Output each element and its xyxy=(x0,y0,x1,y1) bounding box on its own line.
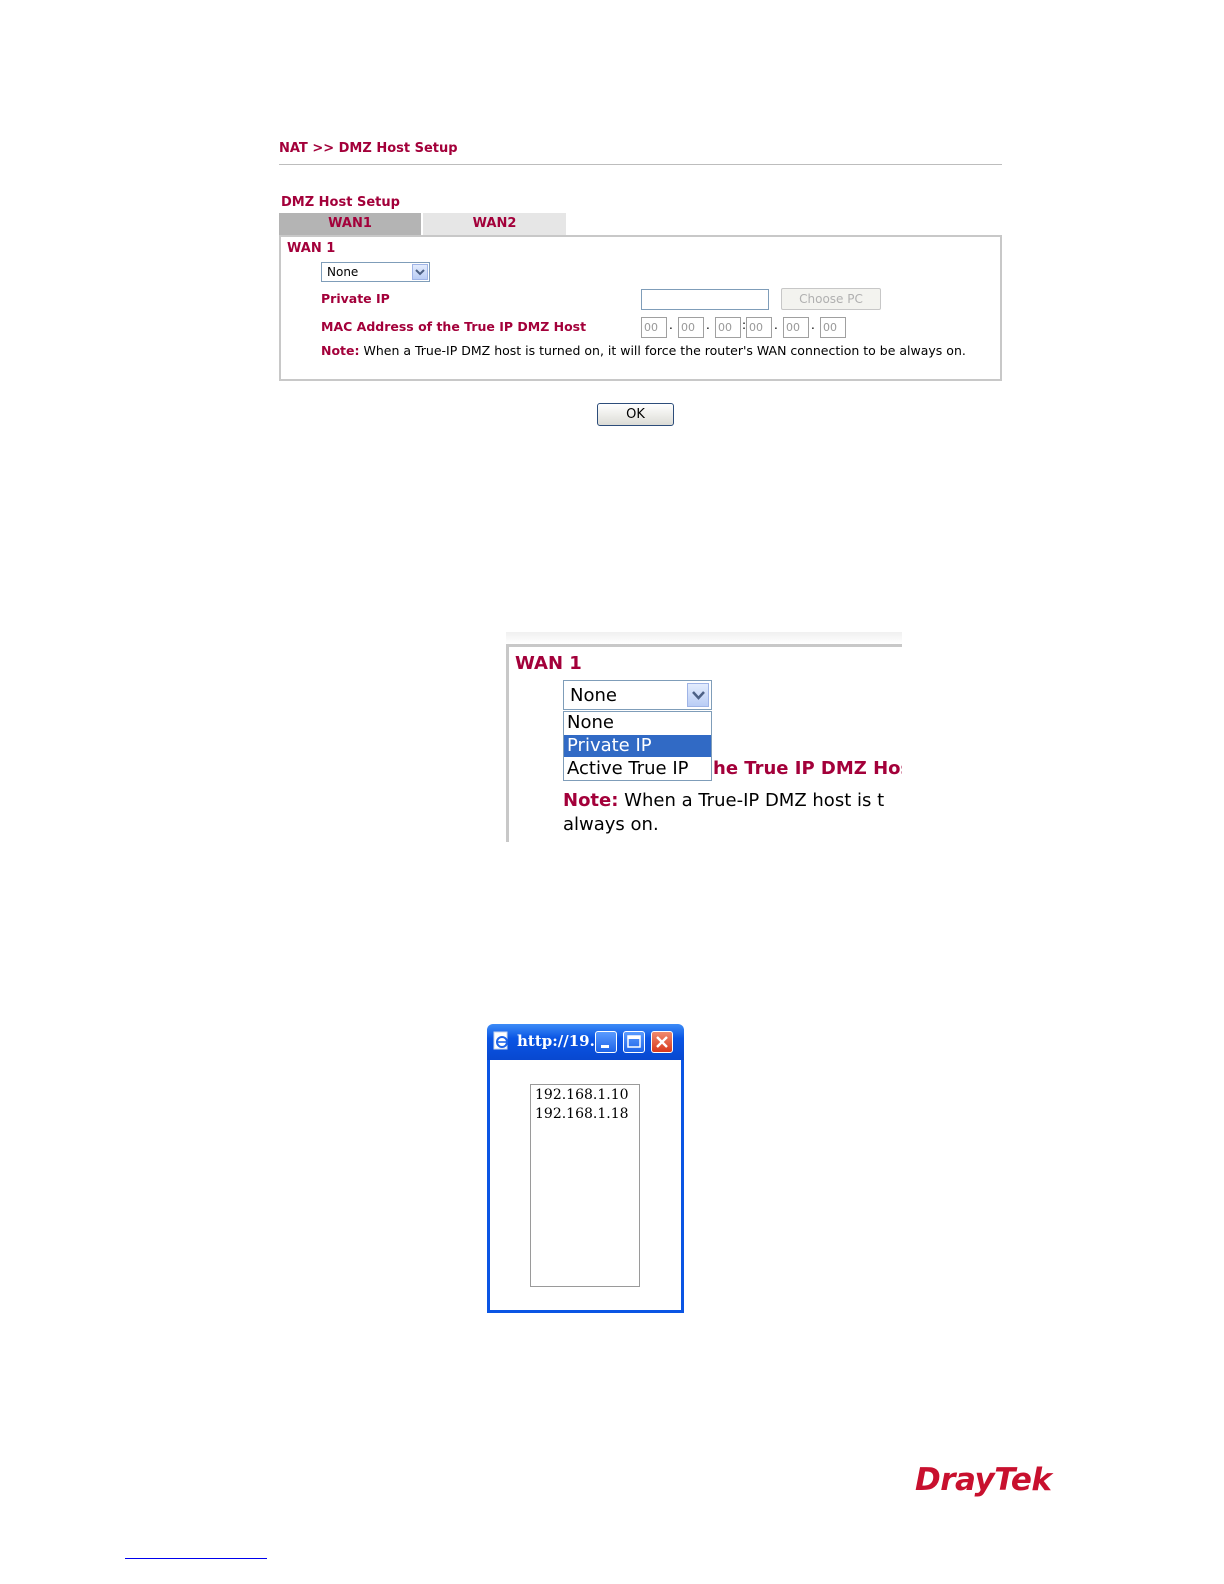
ie-icon xyxy=(493,1031,511,1051)
mac-separator: . xyxy=(774,318,778,332)
minimize-button[interactable] xyxy=(595,1031,617,1053)
zoom-mode-value: None xyxy=(570,685,617,706)
chevron-down-icon[interactable] xyxy=(687,683,709,707)
mac-octet-input[interactable]: 00 xyxy=(820,317,846,338)
option-active-true-ip[interactable]: Active True IP xyxy=(564,758,711,780)
breadcrumb: NAT >> DMZ Host Setup xyxy=(279,141,458,156)
zoom-note-label: Note: xyxy=(563,790,619,811)
dmz-mode-value: None xyxy=(327,265,359,279)
mac-separator: . xyxy=(706,318,710,332)
mac-separator: . xyxy=(811,318,815,332)
choose-pc-popup-window: http://19… 192.168.1.10 192.168.1.18 xyxy=(487,1024,684,1313)
mac-octet-input[interactable]: 00 xyxy=(783,317,809,338)
list-item[interactable]: 192.168.1.18 xyxy=(535,1105,629,1124)
option-none[interactable]: None xyxy=(564,712,711,734)
minimize-icon xyxy=(601,1045,609,1048)
zoom-top-edge xyxy=(506,632,902,644)
close-icon xyxy=(656,1036,668,1048)
chevron-down-icon[interactable] xyxy=(412,264,428,280)
note-label: Note: xyxy=(321,343,360,358)
tab-wan1[interactable]: WAN1 xyxy=(279,213,421,235)
dmz-mode-select[interactable]: None xyxy=(321,262,430,282)
note-text: Note: When a True-IP DMZ host is turned … xyxy=(321,342,971,359)
note-body: When a True-IP DMZ host is turned on, it… xyxy=(359,343,966,358)
title-divider xyxy=(279,164,1002,165)
zoom-note-line2: always on. xyxy=(563,814,659,835)
private-ip-input[interactable] xyxy=(641,289,769,310)
section-title: DMZ Host Setup xyxy=(281,195,400,210)
ok-button[interactable]: OK xyxy=(597,403,674,426)
popup-titlebar[interactable]: http://19… xyxy=(487,1024,684,1060)
zoom-wan-title: WAN 1 xyxy=(515,653,582,674)
option-private-ip[interactable]: Private IP xyxy=(564,735,711,757)
mac-separator: . xyxy=(669,318,673,332)
mode-options-list[interactable]: None Private IP Active True IP xyxy=(563,711,712,781)
popup-title: http://19… xyxy=(517,1032,605,1050)
close-button[interactable] xyxy=(651,1031,673,1053)
wan-title: WAN 1 xyxy=(287,241,336,256)
zoom-mode-select[interactable]: None xyxy=(563,680,712,710)
maximize-icon xyxy=(627,1035,641,1048)
mac-address-label: MAC Address of the True IP DMZ Host xyxy=(321,319,587,334)
pc-ip-list[interactable]: 192.168.1.10 192.168.1.18 xyxy=(530,1084,640,1287)
list-item[interactable]: 192.168.1.10 xyxy=(535,1086,629,1105)
mac-octet-input[interactable]: 00 xyxy=(678,317,704,338)
zoom-note-line1: When a True-IP DMZ host is t xyxy=(618,790,885,811)
mac-octet-input[interactable]: 00 xyxy=(746,317,772,338)
footer-rule xyxy=(125,1558,267,1559)
tab-wan2[interactable]: WAN2 xyxy=(423,213,566,235)
choose-pc-button[interactable]: Choose PC xyxy=(781,288,881,310)
mac-octet-input[interactable]: 00 xyxy=(715,317,741,338)
mac-octet-input[interactable]: 00 xyxy=(641,317,667,338)
maximize-button[interactable] xyxy=(623,1031,645,1053)
zoom-note: Note: When a True-IP DMZ host is t always… xyxy=(563,789,884,837)
dropdown-zoom-view: WAN 1 None None Private IP Active True I… xyxy=(506,632,902,842)
private-ip-label: Private IP xyxy=(321,291,390,306)
zoom-mac-label: he True IP DMZ Host xyxy=(713,758,902,779)
draytek-logo: DrayTek xyxy=(915,1462,1052,1498)
